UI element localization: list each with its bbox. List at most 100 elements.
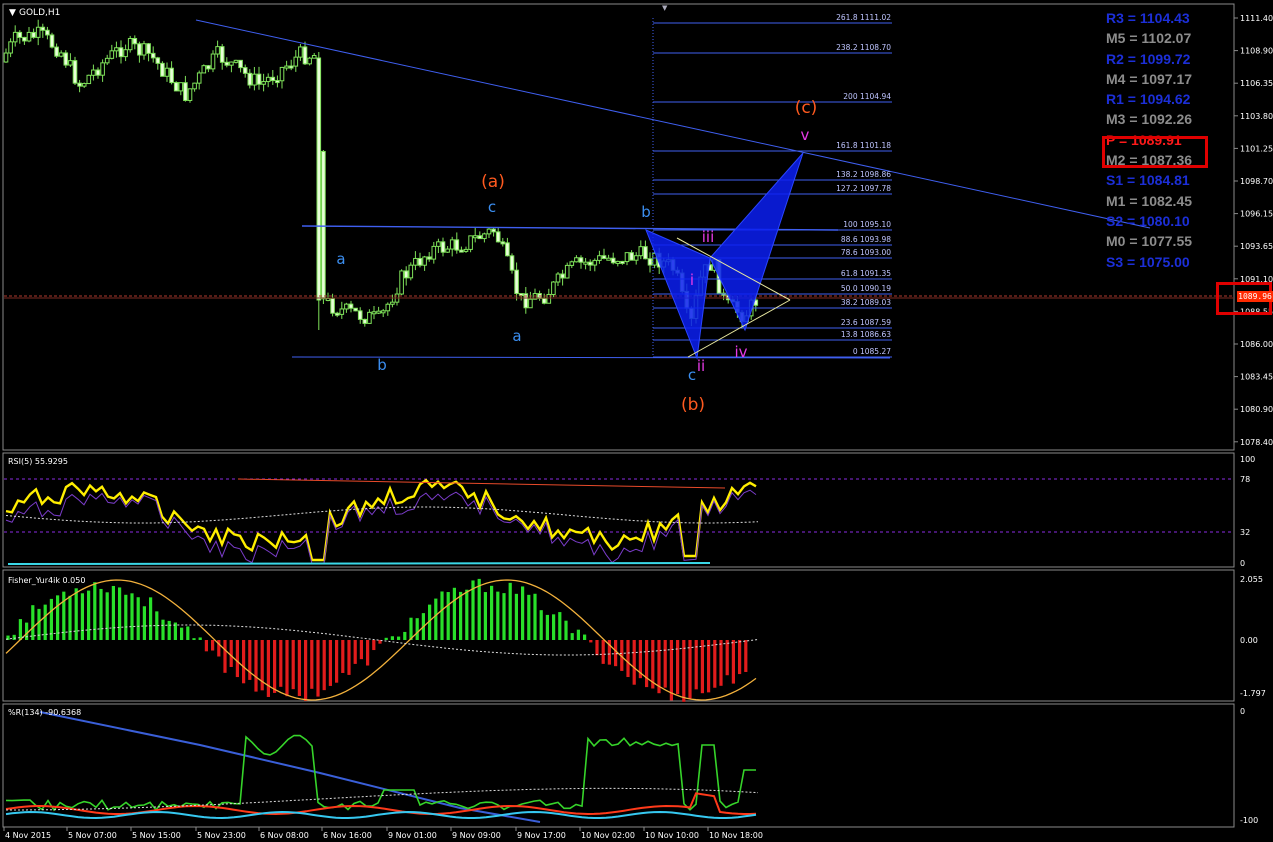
candle-body [348, 303, 354, 309]
candle-body [587, 261, 593, 266]
axes: 1111.40 1108.90 1106.35 1103.80 1101.25 1098.… [3, 14, 1273, 840]
candle-body [514, 269, 519, 295]
time-label: 10 Nov 10:00 [645, 831, 699, 840]
fisher-histogram-bar [359, 640, 363, 660]
fisher-histogram-bar [440, 591, 444, 640]
fisher-histogram-bar [390, 636, 394, 640]
candle-body [229, 61, 234, 66]
candle-body [564, 264, 570, 279]
wave-label-v: v [801, 126, 810, 144]
candle-body [339, 308, 345, 315]
rsi-panel-frame [2, 452, 1235, 568]
candle-body [196, 72, 202, 84]
candle-body [509, 255, 515, 271]
candle-body [633, 255, 639, 261]
candle-body [518, 293, 524, 297]
candle-body [440, 241, 446, 253]
fisher-histogram-bar [105, 592, 109, 640]
fisher-histogram-bar [136, 597, 140, 640]
fisher-histogram-bar [483, 592, 487, 640]
fisher-histogram-bar [682, 640, 686, 702]
candle-body [8, 41, 13, 54]
candle-body [173, 82, 179, 92]
fisher-histogram-bar [223, 640, 227, 673]
rsi-divergence-line [237, 478, 726, 489]
fisher-level-label: 0.00 [1240, 636, 1258, 645]
candle-body [81, 83, 87, 87]
candle-body [40, 26, 46, 31]
wpr-panel-frame [2, 703, 1235, 828]
candle-body [26, 31, 32, 42]
fisher-histogram-bar [31, 605, 35, 640]
candle-body [118, 47, 124, 58]
candle-body [284, 65, 289, 69]
candle-body [643, 246, 648, 260]
wpr-blue-line [39, 711, 541, 823]
fisher-histogram-bar [297, 640, 301, 696]
symbol-title: GOLD,H1 [19, 8, 60, 18]
fisher-histogram-bar [521, 586, 525, 640]
candle-body [22, 36, 27, 42]
fisher-histogram-bar [12, 634, 16, 640]
candle-body [58, 52, 64, 57]
fisher-histogram-bar [186, 626, 190, 640]
fib-level-label: 88.6 1093.98 [841, 235, 891, 244]
candle-body [560, 273, 565, 279]
fisher-histogram-bar [514, 593, 518, 640]
fisher-histogram-bar [198, 637, 202, 640]
fib-level-label: 138.2 1098.86 [836, 170, 891, 179]
fisher-histogram-bar [316, 640, 320, 697]
candle-body [578, 257, 584, 263]
fisher-histogram-bar [452, 587, 456, 640]
candle-body [505, 242, 510, 257]
candle-body [206, 65, 211, 70]
fib-level-label: 0 1085.27 [853, 347, 891, 356]
rsi-base-line [7, 562, 711, 565]
candle-body [298, 46, 303, 58]
candle-body [495, 231, 501, 243]
candle-body [192, 82, 197, 90]
fisher-histogram-bar [576, 629, 580, 640]
candle-body [353, 307, 358, 312]
fisher-histogram-bar [744, 640, 748, 672]
fisher-histogram-bar [74, 588, 78, 640]
main-chart[interactable]: 261.8 1111.02 238.2 1108.70 200 1104.94 161… [3, 4, 1234, 360]
fisher-histogram-bar [87, 590, 91, 640]
fisher-histogram-bar [725, 640, 729, 676]
fisher-histogram-bar [459, 591, 463, 640]
candle-body [45, 29, 50, 36]
candle-body [12, 31, 18, 43]
candle-body [31, 31, 36, 38]
candle-body [463, 248, 469, 252]
candle-body [17, 31, 23, 38]
wpr-green-line [5, 734, 756, 812]
wave-label-c: c [488, 198, 496, 216]
candle-body [551, 281, 556, 295]
fisher-histogram-bar [446, 592, 450, 640]
candle-body [109, 50, 115, 59]
candle-body [164, 67, 170, 77]
candle-body [146, 43, 151, 54]
candle-body [86, 74, 92, 85]
fib-level-label: 161.8 1101.18 [836, 141, 891, 150]
candle-body [408, 264, 414, 279]
wave-label-a: a [512, 327, 521, 345]
wave-label-iii: iii [702, 228, 715, 246]
candle-body [137, 43, 142, 56]
fisher-histogram-bar [688, 640, 692, 699]
fisher-histogram-bar [304, 640, 308, 701]
candle-body [247, 72, 253, 86]
candle-body [72, 60, 78, 84]
fisher-histogram-bar [372, 640, 376, 651]
chart-window[interactable]: 261.8 1111.02 238.2 1108.70 200 1104.94 161… [0, 0, 1273, 842]
price-label: 1108.90 [1240, 47, 1273, 56]
chart-menu-arrow-icon[interactable]: ▼ [9, 8, 16, 18]
candle-body [449, 239, 455, 250]
fisher-histogram-bar [595, 640, 599, 656]
rsi-level-label: 100 [1240, 455, 1255, 464]
candle-body [219, 46, 225, 63]
wave-label-b: b [377, 356, 387, 374]
candle-body [187, 88, 193, 101]
current-price-tag: 1089.96 [1237, 291, 1273, 302]
fisher-histogram-bar [235, 640, 239, 678]
